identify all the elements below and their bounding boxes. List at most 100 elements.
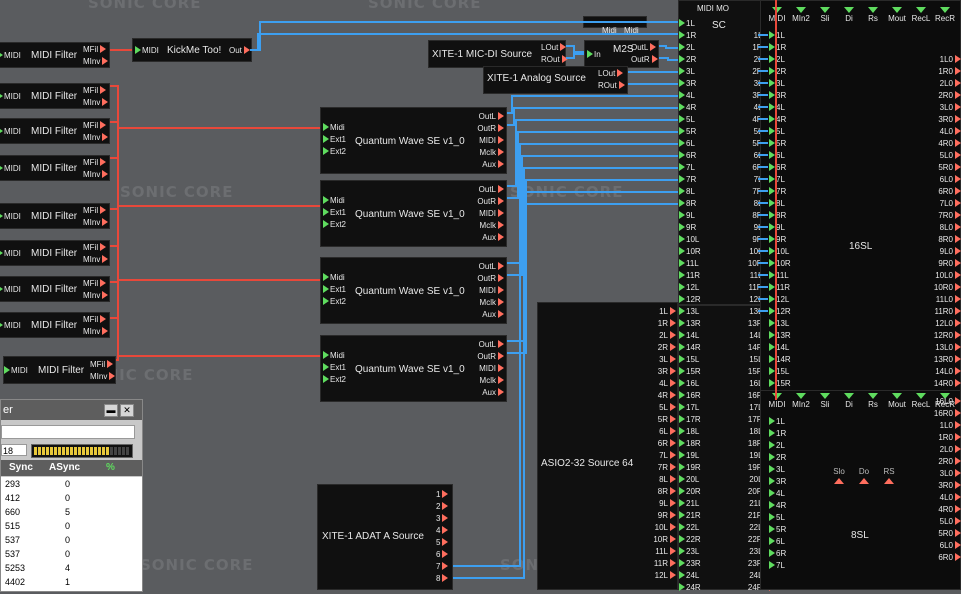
mixer-16sl-output-pin[interactable]: 10R0 xyxy=(921,282,961,294)
quantum-wave-input[interactable]: Ext2 xyxy=(323,296,346,307)
sc-input-pin[interactable]: 9L xyxy=(679,210,701,222)
mixer-16sl-top-port[interactable]: Mout xyxy=(885,7,909,23)
midi-filter-input[interactable]: MIDI xyxy=(4,365,28,376)
mixer-16sl-input-pin[interactable]: 14L xyxy=(769,342,791,354)
midi-filter-minv[interactable]: MInv xyxy=(83,97,108,108)
mixer-16sl-input-pin[interactable]: 2L xyxy=(769,54,791,66)
quantum-wave-output[interactable]: MIDI xyxy=(479,135,504,146)
sc-lower-input-pin[interactable]: 16R xyxy=(679,390,701,402)
midi-filter-minv[interactable]: MInv xyxy=(83,132,108,143)
quantum-wave-output[interactable]: Mclk xyxy=(480,220,504,231)
midi-filter-mfil[interactable]: MFil xyxy=(90,359,113,370)
asio-output-pin[interactable]: 5R xyxy=(628,414,676,426)
midi-filter-mfil[interactable]: MFil xyxy=(83,242,106,253)
sc-input-pin[interactable]: 4R xyxy=(679,102,701,114)
quantum-wave-input[interactable]: Midi xyxy=(323,195,345,206)
mixer-8sl-output-pin[interactable]: 6L0 xyxy=(921,540,961,552)
mixer-16sl-output-pin[interactable]: 9R0 xyxy=(921,258,961,270)
mixer-8sl-output-pin[interactable]: 2L0 xyxy=(921,444,961,456)
adat-output-pin[interactable]: 2 xyxy=(436,501,448,513)
quantum-wave-output[interactable]: MIDI xyxy=(479,208,504,219)
midi-filter-module[interactable]: MIDI MIDI Filter MFil MInv xyxy=(0,240,110,266)
mixer-16sl-output-pin[interactable]: 9L0 xyxy=(921,246,961,258)
sc-lower-input-pin[interactable]: 15L xyxy=(679,354,701,366)
midi-filter-module[interactable]: MIDI MIDI Filter MFil MInv xyxy=(0,42,110,68)
quantum-wave-output[interactable]: OutL xyxy=(479,261,504,272)
mixer-16sl-bottom-port[interactable]: Rs xyxy=(861,393,885,409)
quantum-wave-output[interactable]: Aux xyxy=(482,232,504,243)
sc-lower-input-pin[interactable]: 19R xyxy=(679,462,701,474)
mixer-16sl-input-pin[interactable]: 13L xyxy=(769,318,791,330)
mic-di-lout[interactable]: LOut xyxy=(541,42,566,53)
midi-filter-minv[interactable]: MInv xyxy=(83,56,108,67)
midi-filter-minv[interactable]: MInv xyxy=(83,326,108,337)
mixer-8sl-output-pin[interactable]: 2R0 xyxy=(921,456,961,468)
analog-rout[interactable]: ROut xyxy=(598,80,625,91)
midi-filter-module[interactable]: MIDI MIDI Filter MFil MInv xyxy=(0,155,110,181)
sc-lower-input-pin[interactable]: 19L xyxy=(679,450,701,462)
close-icon[interactable]: ✕ xyxy=(120,404,134,417)
midi-filter-module[interactable]: MIDI MIDI Filter MFil MInv xyxy=(0,203,110,229)
midi-filter-module[interactable]: MIDI MIDI Filter MFil MInv xyxy=(0,312,110,338)
mixer-8sl-output-pin[interactable]: 5L0 xyxy=(921,516,961,528)
mixer-16sl-output-pin[interactable]: 4L0 xyxy=(921,126,961,138)
mixer-16sl-input-pin[interactable]: 6R xyxy=(769,162,791,174)
sc-lower-input-pin[interactable]: 16L xyxy=(679,378,701,390)
mixer-16sl-top-port[interactable]: RecL xyxy=(909,7,933,23)
mixer-16sl-input-pin[interactable]: 11L xyxy=(769,270,791,282)
sc-input-pin[interactable]: 12L xyxy=(679,282,701,294)
midi-filter-minv[interactable]: MInv xyxy=(83,169,108,180)
mixer-8sl-input-pin[interactable]: 2R xyxy=(769,452,786,464)
quantum-wave-output[interactable]: Mclk xyxy=(480,297,504,308)
sc-input-pin[interactable]: 7R xyxy=(679,174,701,186)
quantum-wave-output[interactable]: Aux xyxy=(482,387,504,398)
quantum-wave-input[interactable]: Midi xyxy=(323,350,345,361)
mixer-16sl-input-pin[interactable]: 4L xyxy=(769,102,791,114)
midi-filter-minv[interactable]: MInv xyxy=(90,371,115,382)
quantum-wave-output[interactable]: Mclk xyxy=(480,375,504,386)
sc-lower-input-pin[interactable]: 18L xyxy=(679,426,701,438)
adat-output-pin[interactable]: 6 xyxy=(436,549,448,561)
midi-filter-input[interactable]: MIDI xyxy=(0,126,21,137)
m2s-in[interactable]: In xyxy=(587,49,601,60)
mixer-16sl-input-pin[interactable]: 6L xyxy=(769,150,791,162)
adat-output-pin[interactable]: 1 xyxy=(436,489,448,501)
quantum-wave-input[interactable]: Ext1 xyxy=(323,134,346,145)
mixer-16sl-bottom-port[interactable]: MIDI xyxy=(765,393,789,409)
asio-output-pin[interactable]: 5L xyxy=(628,402,676,414)
quantum-wave-output[interactable]: Mclk xyxy=(480,147,504,158)
mixer-16sl-output-pin[interactable]: 12R0 xyxy=(921,330,961,342)
sc-input-pin[interactable]: 11R xyxy=(679,270,701,282)
sc-input-pin[interactable]: 2L xyxy=(679,42,701,54)
asio-output-pin[interactable]: 7R xyxy=(628,462,676,474)
asio-output-pin[interactable]: 10L xyxy=(628,522,676,534)
mixer-8sl-output-pin[interactable]: 16L0 xyxy=(921,396,961,408)
mixer-16sl-output-pin[interactable]: 2L0 xyxy=(921,78,961,90)
asio-output-pin[interactable]: 1R xyxy=(628,318,676,330)
dsp-usage-window[interactable]: er ▬ ✕ 18 Sync ASync % 293 0 412 0 660 5 515 0 5… xyxy=(0,399,143,592)
asio-output-pin[interactable]: 2L xyxy=(628,330,676,342)
midi-filter-module[interactable]: MIDI MIDI Filter MFil MInv xyxy=(0,276,110,302)
asio-output-pin[interactable]: 4L xyxy=(628,378,676,390)
mixer-8sl-input-pin[interactable]: 3R xyxy=(769,476,786,488)
mixer-16sl-output-pin[interactable]: 13R0 xyxy=(921,354,961,366)
midi-filter-input[interactable]: MIDI xyxy=(0,50,21,61)
asio-output-pin[interactable]: 3R xyxy=(628,366,676,378)
mixer-16sl-bottom-port[interactable]: Sli xyxy=(813,393,837,409)
midi-filter-mfil[interactable]: MFil xyxy=(83,205,106,216)
mixer-8sl-input-pin[interactable]: 3L xyxy=(769,464,786,476)
midi-filter-mfil[interactable]: MFil xyxy=(83,85,106,96)
asio-source-module[interactable]: ASIO2-32 Source 64 1L 1R 2L 2R 3L 3R 4L 4R 5L 5R 6… xyxy=(537,302,678,590)
adat-output-pin[interactable]: 8 xyxy=(436,573,448,585)
mixer-8sl-bottom-port[interactable]: RS xyxy=(877,467,901,485)
midi-filter-minv[interactable]: MInv xyxy=(83,254,108,265)
sc-lower-input-pin[interactable]: 20R xyxy=(679,486,701,498)
mixer-16sl-output-pin[interactable]: 14L0 xyxy=(921,366,961,378)
sc-lower-input-pin[interactable]: 18R xyxy=(679,438,701,450)
mixer-16sl-top-port[interactable]: MIn2 xyxy=(789,7,813,23)
mixer-8sl-output-pin[interactable]: 1L0 xyxy=(921,420,961,432)
sc-lower-input-pin[interactable]: 21L xyxy=(679,498,701,510)
quantum-wave-output[interactable]: Aux xyxy=(482,309,504,320)
midi-filter-input[interactable]: MIDI xyxy=(0,248,21,259)
quantum-wave-input[interactable]: Ext2 xyxy=(323,374,346,385)
